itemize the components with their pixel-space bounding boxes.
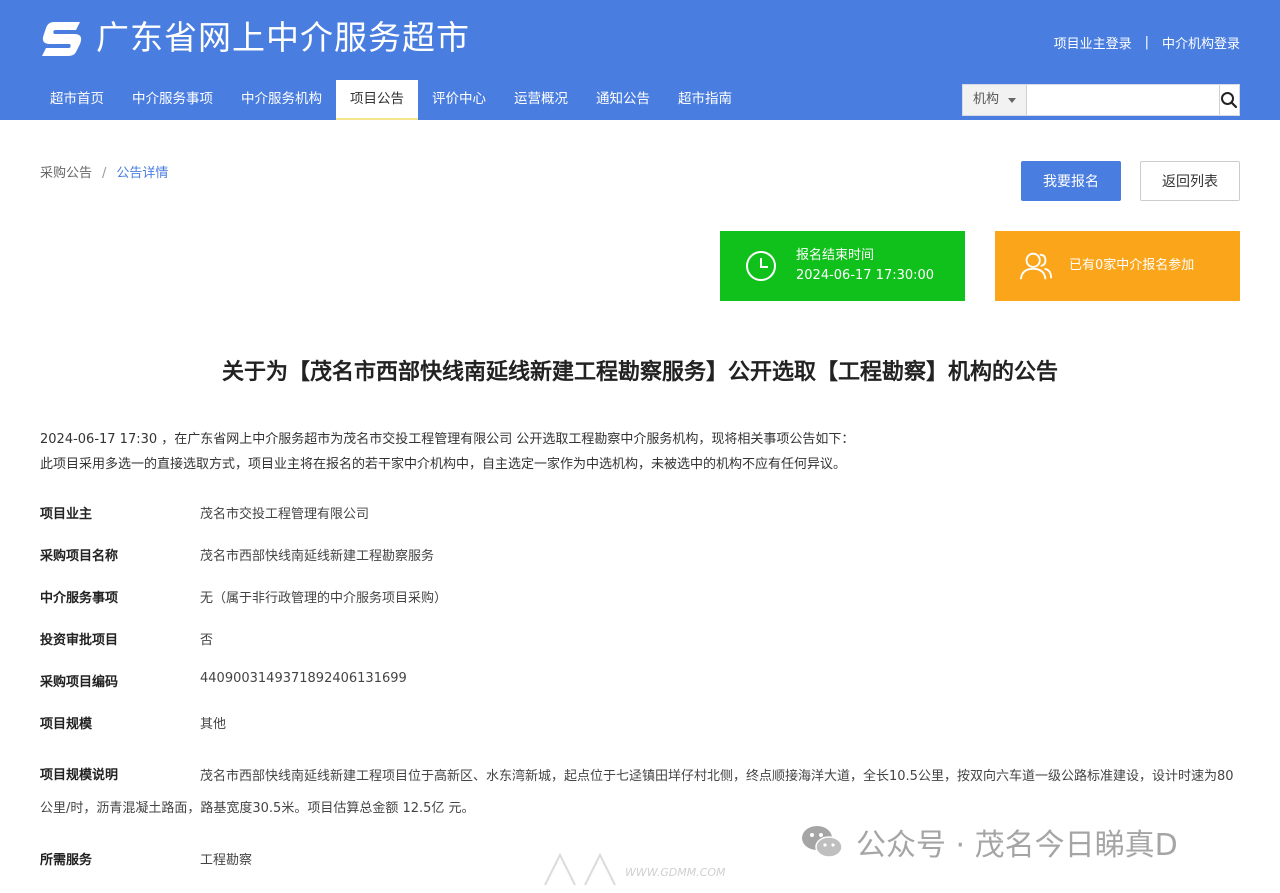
login-separator: | (1144, 35, 1149, 50)
participants-card: 已有0家中介报名参加 (995, 231, 1240, 301)
intro-line-1: 2024-06-17 17:30 ，在广东省网上中介服务超市为茂名市交投工程管理… (40, 432, 855, 447)
info-label: 采购项目编码 (40, 675, 119, 690)
info-label: 中介服务事项 (40, 591, 119, 606)
search-bar: 机构 (962, 84, 1240, 116)
info-label: 项目规模 (40, 717, 93, 732)
owner-login-link[interactable]: 项目业主登录 (1054, 33, 1132, 52)
search-icon (1221, 92, 1238, 109)
nav-item-service-agencies[interactable]: 中介服务机构 (227, 80, 336, 120)
nav-item-guide[interactable]: 超市指南 (664, 80, 746, 120)
watermark-logo-icon (544, 852, 616, 886)
info-value: 茂名市西部快线南延线新建工程勘察服务 (200, 549, 435, 564)
deadline-label: 报名结束时间 (796, 248, 875, 263)
info-label: 投资审批项目 (40, 633, 119, 648)
info-label: 项目业主 (40, 507, 93, 522)
top-login-links: 项目业主登录 | 中介机构登录 (1054, 33, 1240, 52)
nav-item-operations[interactable]: 运营概况 (500, 80, 582, 120)
breadcrumb-current: 公告详情 (116, 166, 169, 181)
search-type-value: 机构 (973, 92, 1000, 107)
info-label: 所需服务 (40, 853, 93, 868)
intro-line-2: 此项目采用多选一的直接选取方式，项目业主将在报名的若干家中介机构中，自主选定一家… (40, 457, 847, 472)
breadcrumb-separator: / (102, 166, 107, 181)
info-label: 采购项目名称 (40, 549, 119, 564)
wechat-watermark: 公众号 · 茂名今日睇真D (800, 820, 1178, 864)
nav-item-evaluation[interactable]: 评价中心 (418, 80, 500, 120)
agency-login-link[interactable]: 中介机构登录 (1162, 33, 1240, 52)
info-value: 440900314937189240613169​9 (200, 671, 407, 686)
logo-s-icon (42, 22, 82, 56)
site-header: 广东省网上中介服务超市 项目业主登录 | 中介机构登录 超市首页 中介服务事项 … (0, 0, 1280, 120)
nav-item-project-notices[interactable]: 项目公告 (336, 80, 418, 120)
info-value: 工程勘察 (200, 853, 253, 868)
search-button[interactable] (1218, 85, 1239, 115)
breadcrumb: 采购公告 / 公告详情 (40, 162, 168, 181)
nav-item-announcements[interactable]: 通知公告 (582, 80, 664, 120)
info-value: 无（属于非行政管理的中介服务项目采购） (200, 591, 448, 606)
clock-icon (746, 251, 776, 281)
back-to-list-button[interactable]: 返回列表 (1140, 161, 1240, 201)
caret-down-icon (1007, 98, 1016, 103)
info-value: 其他 (200, 717, 227, 732)
register-button[interactable]: 我要报名 (1021, 161, 1121, 201)
breadcrumb-parent[interactable]: 采购公告 (40, 166, 92, 181)
site-title: 广东省网上中介服务超市 (96, 18, 470, 57)
site-watermark: WWW.GDMM.COM (540, 850, 740, 890)
nav-item-service-items[interactable]: 中介服务事项 (118, 80, 227, 120)
search-input[interactable] (1026, 85, 1219, 115)
info-value: 茂名市交投工程管理有限公司 (200, 507, 370, 522)
notice-title: 关于为【茂名市西部快线南延线新建工程勘察服务】公开选取【工程勘察】机构的公告 (221, 360, 1058, 385)
wechat-watermark-text: 公众号 · 茂名今日睇真D (856, 828, 1178, 863)
scale-desc-value: 茂名市西部快线南延线新建工程项目位于高新区、水东湾新城，起点位于七迳镇田垟仔村北… (40, 769, 1234, 816)
users-icon (1019, 252, 1053, 280)
site-logo[interactable]: 广东省网上中介服务超市 (40, 18, 470, 58)
deadline-value: 2024-06-17 17:30:00 (796, 268, 935, 283)
main-nav: 超市首页 中介服务事项 中介服务机构 项目公告 评价中心 运营概况 通知公告 超… (36, 80, 746, 120)
info-value: 否 (200, 633, 214, 648)
search-type-select[interactable]: 机构 (963, 85, 1027, 115)
nav-item-home[interactable]: 超市首页 (36, 80, 118, 120)
notice-intro: 2024-06-17 17:30 ，在广东省网上中介服务超市为茂名市交投工程管理… (40, 429, 1240, 475)
deadline-card: 报名结束时间 2024-06-17 17:30:00 (720, 231, 965, 301)
wechat-icon (802, 826, 843, 858)
participants-text: 已有0家中介报名参加 (1069, 258, 1195, 273)
site-watermark-text: WWW.GDMM.COM (625, 866, 726, 879)
